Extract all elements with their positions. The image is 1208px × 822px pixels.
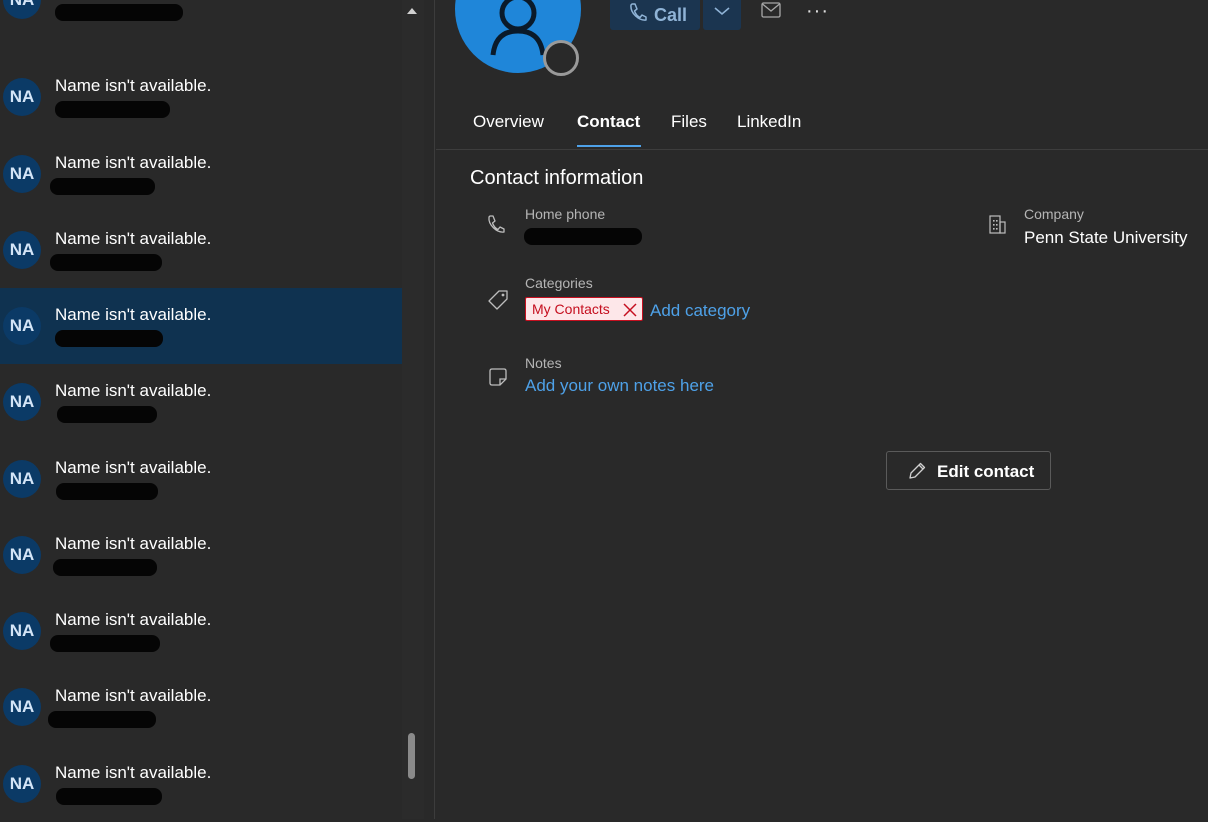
contact-detail-redacted: [50, 254, 162, 271]
contact-name: Name isn't available.: [55, 76, 212, 95]
add-notes-link[interactable]: Add your own notes here: [525, 376, 714, 396]
contact-list-item[interactable]: NA Name isn't available.: [0, 593, 402, 669]
add-category-link[interactable]: Add category: [650, 301, 750, 321]
company-value: Penn State University: [1024, 228, 1188, 247]
contact-name: Name isn't available.: [55, 305, 212, 324]
tab-linkedin[interactable]: LinkedIn: [737, 112, 801, 132]
contact-avatar-initials: NA: [3, 383, 41, 421]
contact-avatar-initials: NA: [3, 155, 41, 193]
tab-contact[interactable]: Contact: [577, 112, 640, 132]
contact-detail-redacted: [48, 711, 156, 728]
company-label: Company: [1024, 206, 1084, 222]
contact-list-item[interactable]: NA Name isn't available.: [0, 212, 402, 288]
phone-icon: [630, 3, 647, 21]
edit-contact-label: Edit contact: [937, 462, 1035, 481]
chevron-down-icon: [714, 7, 730, 16]
contact-avatar-initials: NA: [3, 307, 41, 345]
contact-avatar-initials: NA: [3, 688, 41, 726]
contact-name: Name isn't available.: [55, 534, 212, 553]
active-tab-indicator: [577, 145, 641, 147]
contact-detail-redacted: [56, 483, 158, 500]
more-options-icon[interactable]: ···: [806, 0, 829, 23]
pencil-icon: [909, 462, 926, 479]
contact-name: Name isn't available.: [55, 229, 212, 248]
tab-bar: Overview Contact Files LinkedIn: [436, 105, 1208, 150]
contact-detail-redacted: [55, 101, 170, 118]
contact-detail-redacted: [56, 788, 162, 805]
contact-name: Name isn't available.: [55, 686, 212, 705]
contact-list-item[interactable]: NA Name isn't available.: [0, 364, 402, 440]
contact-avatar-initials: NA: [3, 231, 41, 269]
contact-detail-pane: Call ··· Overview Contact Files LinkedIn…: [436, 0, 1208, 819]
pane-divider: [434, 0, 435, 819]
call-options-dropdown[interactable]: [703, 0, 741, 30]
notes-label: Notes: [525, 355, 562, 371]
building-icon: [989, 215, 1006, 234]
contact-name: Name isn't available.: [55, 153, 212, 172]
call-button[interactable]: Call: [610, 0, 700, 30]
contact-avatar-initials: NA: [3, 0, 41, 19]
contact-list-item[interactable]: NA Name isn't available.: [0, 136, 402, 212]
contact-name: Name isn't available.: [55, 763, 212, 782]
contact-name: Name isn't available.: [55, 381, 212, 400]
tab-overview[interactable]: Overview: [473, 112, 544, 132]
contact-list-item[interactable]: NA Name isn't available.: [0, 59, 402, 135]
home-phone-value-redacted[interactable]: [524, 228, 642, 245]
contact-detail-redacted: [53, 559, 157, 576]
tab-files[interactable]: Files: [671, 112, 707, 132]
contact-name: Name isn't available.: [55, 610, 212, 629]
contact-avatar-initials: NA: [3, 536, 41, 574]
tag-icon: [488, 290, 508, 310]
contact-detail-redacted: [57, 406, 157, 423]
contact-list-item[interactable]: NA Name isn't available.: [0, 441, 402, 517]
contact-detail-redacted: [55, 4, 183, 21]
scrollbar[interactable]: [402, 0, 424, 819]
contact-avatar-initials: NA: [3, 765, 41, 803]
contact-avatar-initials: NA: [3, 612, 41, 650]
section-title: Contact information: [470, 167, 644, 189]
category-tag-label: My Contacts: [532, 301, 610, 317]
contact-detail-redacted: [55, 330, 163, 347]
contact-detail-redacted: [50, 635, 160, 652]
home-phone-label: Home phone: [525, 206, 606, 222]
contact-avatar-initials: NA: [3, 78, 41, 116]
contact-list: NA Name isn't available. NA Name isn't avai…: [0, 0, 402, 819]
remove-category-icon[interactable]: [623, 303, 637, 317]
mail-icon[interactable]: [761, 2, 781, 18]
categories-label: Categories: [525, 275, 593, 291]
contact-detail-redacted: [50, 178, 155, 195]
contact-list-pane: NA Name isn't available. NA Name isn't avai…: [0, 0, 424, 819]
scroll-up-arrow-icon[interactable]: [407, 8, 417, 14]
scrollbar-thumb[interactable]: [408, 733, 415, 779]
category-tag[interactable]: My Contacts: [525, 297, 643, 321]
contact-list-item[interactable]: NA Name isn't available.: [0, 669, 402, 745]
contact-list-item[interactable]: NA Name isn't available.: [0, 517, 402, 593]
presence-status-icon: [543, 40, 579, 76]
contact-list-item[interactable]: NAName isn't available.: [0, 0, 402, 38]
phone-icon: [488, 215, 505, 233]
contact-list-item[interactable]: NA Name isn't available.: [0, 288, 402, 364]
contact-list-item[interactable]: NA Name isn't available.: [0, 746, 402, 822]
edit-contact-button[interactable]: Edit contact: [886, 451, 1051, 490]
note-icon: [489, 368, 507, 386]
call-button-label: Call: [654, 5, 688, 25]
contact-name: Name isn't available.: [55, 458, 212, 477]
contact-avatar-initials: NA: [3, 460, 41, 498]
